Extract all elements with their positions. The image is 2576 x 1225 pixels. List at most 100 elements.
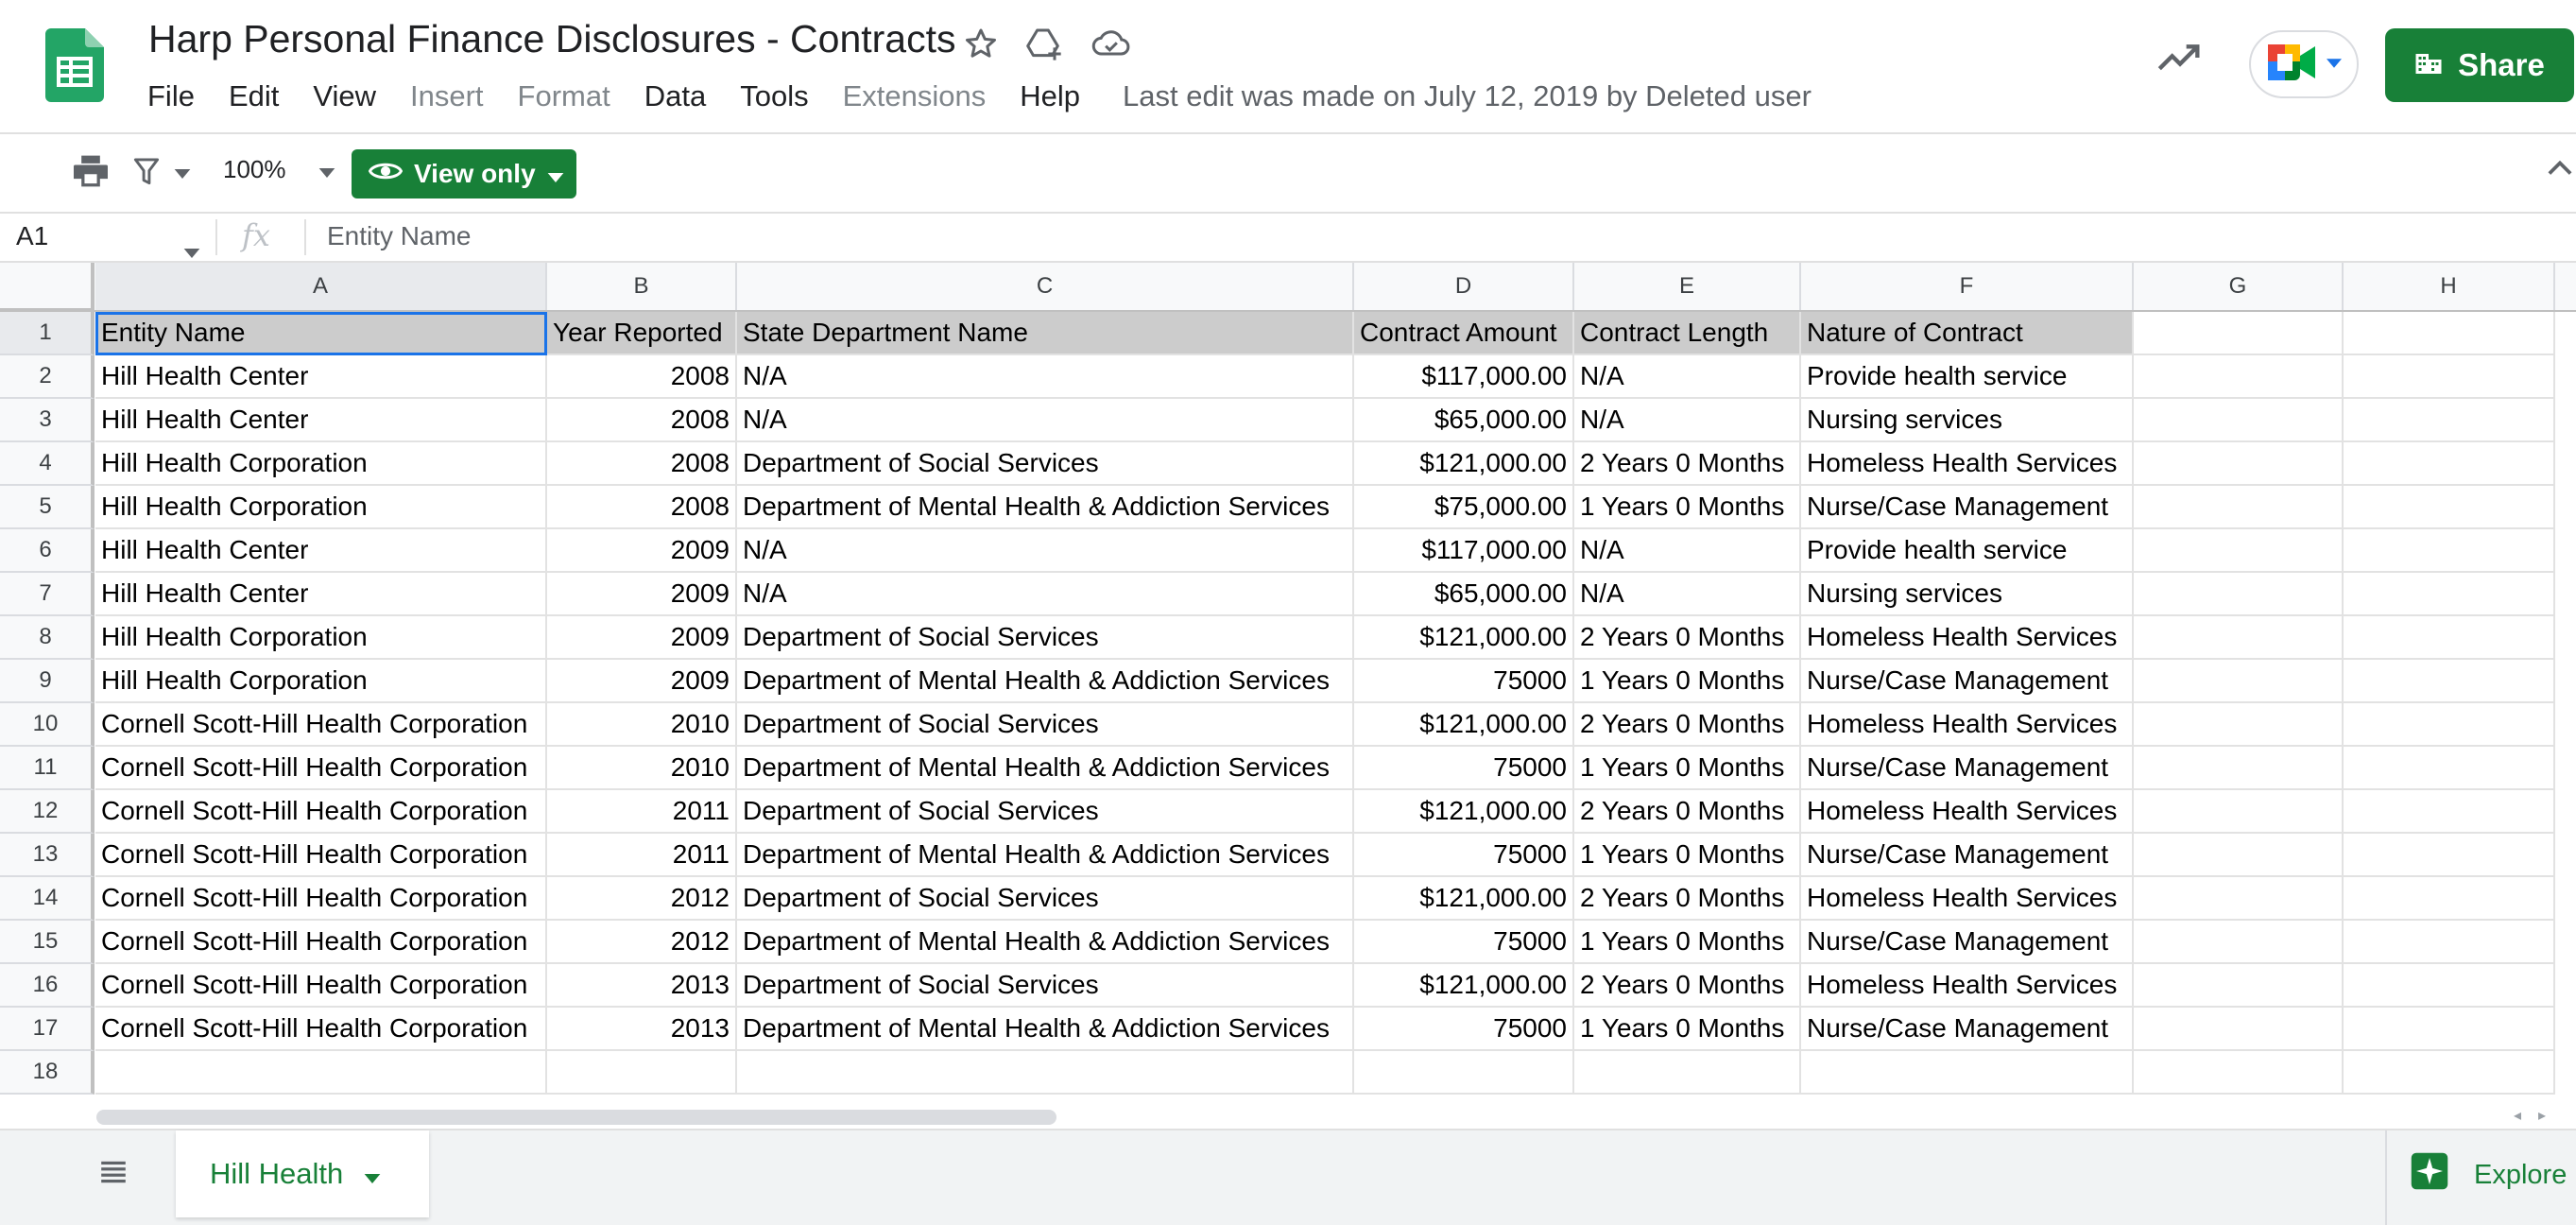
table-cell[interactable]: Cornell Scott-Hill Health Corporation (95, 747, 547, 790)
menu-extensions[interactable]: Extensions (843, 79, 987, 113)
header-cell[interactable]: Year Reported (547, 312, 737, 355)
row-header[interactable]: 14 (0, 877, 94, 921)
table-cell[interactable]: Hill Health Center (95, 355, 547, 399)
table-cell[interactable] (2344, 703, 2555, 747)
column-header-d[interactable]: D (1354, 263, 1574, 310)
table-cell[interactable] (1801, 1051, 2134, 1095)
table-cell[interactable] (2134, 355, 2344, 399)
menu-file[interactable]: File (147, 79, 195, 113)
column-header-c[interactable]: C (737, 263, 1354, 310)
table-cell[interactable]: 75000 (1354, 660, 1574, 703)
table-cell[interactable] (2134, 834, 2344, 877)
table-cell[interactable] (2344, 834, 2555, 877)
table-cell[interactable]: $121,000.00 (1354, 616, 1574, 660)
table-cell[interactable] (2344, 660, 2555, 703)
table-cell[interactable]: Cornell Scott-Hill Health Corporation (95, 964, 547, 1008)
row-header[interactable]: 11 (0, 747, 94, 790)
table-cell[interactable]: 2010 (547, 747, 737, 790)
table-cell[interactable]: Cornell Scott-Hill Health Corporation (95, 834, 547, 877)
table-cell[interactable]: $117,000.00 (1354, 355, 1574, 399)
table-cell[interactable]: Hill Health Corporation (95, 442, 547, 486)
table-cell[interactable]: 2 Years 0 Months (1574, 703, 1801, 747)
table-cell[interactable]: Nurse/Case Management (1801, 660, 2134, 703)
formula-input[interactable]: Entity Name (327, 221, 472, 251)
sheet-tab[interactable]: Hill Health (176, 1130, 429, 1217)
table-cell[interactable] (2344, 355, 2555, 399)
menu-format[interactable]: Format (518, 79, 610, 113)
table-cell[interactable]: 2009 (547, 616, 737, 660)
row-header[interactable]: 5 (0, 486, 94, 529)
table-cell[interactable] (2344, 1051, 2555, 1095)
table-cell[interactable]: Cornell Scott-Hill Health Corporation (95, 703, 547, 747)
table-cell[interactable]: $121,000.00 (1354, 877, 1574, 921)
table-cell[interactable]: N/A (1574, 529, 1801, 573)
table-cell[interactable] (2134, 486, 2344, 529)
drive-add-icon[interactable] (1024, 26, 1066, 63)
table-cell[interactable] (2344, 442, 2555, 486)
table-cell[interactable]: Hill Health Corporation (95, 660, 547, 703)
table-cell[interactable]: Homeless Health Services (1801, 790, 2134, 834)
table-cell[interactable]: $121,000.00 (1354, 442, 1574, 486)
table-cell[interactable]: 2011 (547, 790, 737, 834)
table-cell[interactable]: Department of Social Services (737, 790, 1354, 834)
table-cell[interactable]: Department of Mental Health & Addiction … (737, 486, 1354, 529)
table-cell[interactable]: 2013 (547, 964, 737, 1008)
sheets-logo-icon[interactable] (45, 28, 104, 102)
table-cell[interactable]: Department of Mental Health & Addiction … (737, 747, 1354, 790)
table-cell[interactable]: $117,000.00 (1354, 529, 1574, 573)
table-cell[interactable]: 2012 (547, 877, 737, 921)
table-cell[interactable]: Hill Health Center (95, 399, 547, 442)
scrollbar-thumb[interactable] (96, 1110, 1056, 1125)
table-cell[interactable]: $121,000.00 (1354, 964, 1574, 1008)
header-cell[interactable]: Contract Amount (1354, 312, 1574, 355)
table-cell[interactable] (1574, 1051, 1801, 1095)
table-cell[interactable] (2134, 442, 2344, 486)
last-edit-link[interactable]: Last edit was made on July 12, 2019 by D… (1123, 79, 1812, 113)
trending-icon[interactable] (2156, 42, 2204, 78)
table-cell[interactable]: Provide health service (1801, 529, 2134, 573)
table-cell[interactable]: 2010 (547, 703, 737, 747)
table-cell[interactable]: Department of Social Services (737, 703, 1354, 747)
row-header[interactable]: 3 (0, 399, 94, 442)
table-cell[interactable]: Hill Health Corporation (95, 616, 547, 660)
table-cell[interactable] (2134, 790, 2344, 834)
table-cell[interactable] (2344, 921, 2555, 964)
table-cell[interactable] (1354, 1051, 1574, 1095)
name-box[interactable]: A1 (16, 221, 48, 251)
table-cell[interactable]: 2008 (547, 442, 737, 486)
table-cell[interactable] (2134, 1051, 2344, 1095)
row-header[interactable]: 12 (0, 790, 94, 834)
header-cell[interactable]: Nature of Contract (1801, 312, 2134, 355)
table-cell[interactable]: 1 Years 0 Months (1574, 921, 1801, 964)
header-cell[interactable] (2344, 312, 2555, 355)
row-header[interactable]: 4 (0, 442, 94, 486)
row-header[interactable]: 6 (0, 529, 94, 573)
table-cell[interactable]: 75000 (1354, 1008, 1574, 1051)
table-cell[interactable]: N/A (737, 529, 1354, 573)
table-cell[interactable]: 2009 (547, 529, 737, 573)
star-icon[interactable] (962, 26, 1000, 63)
table-cell[interactable]: $121,000.00 (1354, 703, 1574, 747)
table-cell[interactable]: N/A (737, 573, 1354, 616)
table-cell[interactable]: $121,000.00 (1354, 790, 1574, 834)
table-cell[interactable] (95, 1051, 547, 1095)
table-cell[interactable] (2134, 964, 2344, 1008)
table-cell[interactable]: 75000 (1354, 834, 1574, 877)
menu-view[interactable]: View (313, 79, 376, 113)
table-cell[interactable]: $75,000.00 (1354, 486, 1574, 529)
table-cell[interactable]: Department of Social Services (737, 616, 1354, 660)
table-cell[interactable] (2344, 747, 2555, 790)
table-cell[interactable]: Department of Social Services (737, 877, 1354, 921)
table-cell[interactable]: Cornell Scott-Hill Health Corporation (95, 921, 547, 964)
table-cell[interactable]: Hill Health Center (95, 573, 547, 616)
table-cell[interactable]: 2 Years 0 Months (1574, 964, 1801, 1008)
row-header[interactable]: 8 (0, 616, 94, 660)
table-cell[interactable]: 2013 (547, 1008, 737, 1051)
table-cell[interactable]: 1 Years 0 Months (1574, 834, 1801, 877)
header-cell[interactable] (2134, 312, 2344, 355)
column-header-e[interactable]: E (1574, 263, 1801, 310)
row-header[interactable]: 13 (0, 834, 94, 877)
table-cell[interactable] (2134, 747, 2344, 790)
chevron-down-icon[interactable] (364, 1157, 381, 1191)
spreadsheet-grid[interactable]: ABCDEFGH 1 Entity Name Year Reported State … (0, 263, 2576, 1096)
